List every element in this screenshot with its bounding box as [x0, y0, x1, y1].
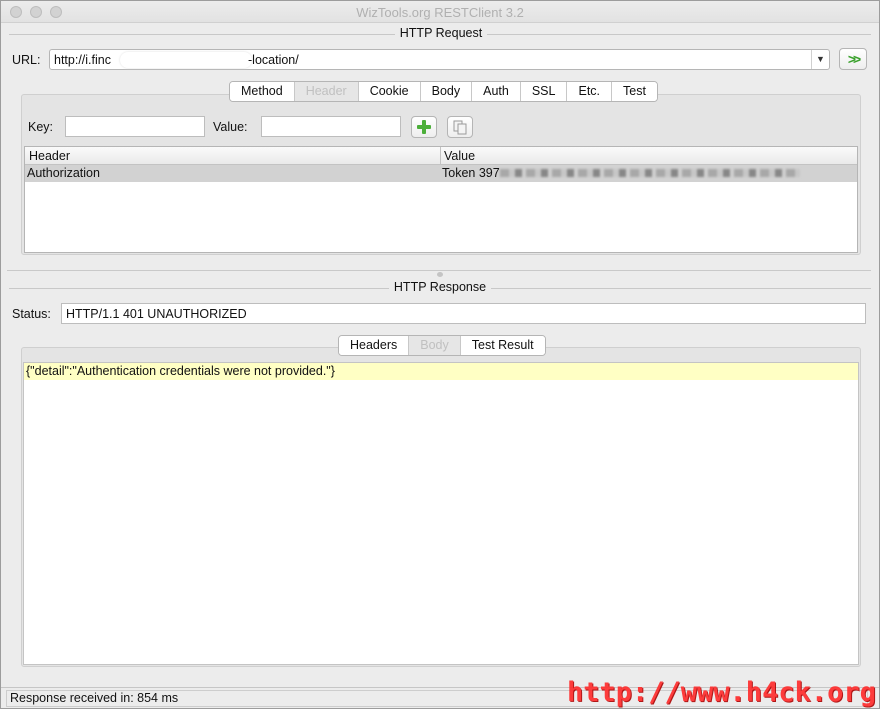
request-tabs: Method Header Cookie Body Auth SSL Etc. … — [229, 81, 658, 102]
tab-ssl[interactable]: SSL — [520, 82, 568, 101]
row-header-cell: Authorization — [27, 166, 100, 180]
headers-table: Header Value Authorization Token 397 — [24, 146, 858, 253]
request-group-line-left — [9, 34, 397, 35]
copy-header-button[interactable] — [447, 116, 473, 138]
tab-auth[interactable]: Auth — [472, 82, 521, 101]
table-row[interactable]: Authorization Token 397 — [25, 165, 857, 182]
tab-response-body[interactable]: Body — [409, 336, 461, 355]
watermark-text: http://www.h4ck.org.cn — [567, 677, 879, 708]
split-divider — [7, 270, 871, 271]
headers-table-head: Header Value — [25, 147, 857, 165]
url-combobox[interactable]: http://i.finc -location/ ▼ — [49, 49, 830, 70]
splitter-handle[interactable] — [437, 272, 443, 277]
response-group-line-right — [489, 288, 871, 289]
copy-icon — [453, 120, 467, 135]
response-body-text: {"detail":"Authentication credentials we… — [26, 364, 335, 378]
tab-cookie[interactable]: Cookie — [358, 82, 421, 101]
response-group-line-left — [9, 288, 391, 289]
value-label: Value: — [213, 120, 248, 134]
send-request-button[interactable]: >> — [839, 48, 867, 70]
add-header-button[interactable] — [411, 116, 437, 138]
request-group-line-right — [485, 34, 871, 35]
tab-test-result[interactable]: Test Result — [460, 336, 545, 355]
tab-method[interactable]: Method — [230, 82, 295, 101]
plus-icon — [417, 120, 431, 134]
double-chevron-right-icon: >> — [847, 51, 861, 67]
column-header-header[interactable]: Header — [29, 149, 70, 163]
tab-etc[interactable]: Etc. — [567, 82, 613, 101]
response-body-textarea[interactable]: {"detail":"Authentication credentials we… — [23, 362, 859, 665]
column-header-value[interactable]: Value — [444, 149, 475, 163]
value-redaction — [500, 169, 800, 177]
key-label: Key: — [28, 120, 54, 134]
status-label: Status: — [12, 307, 51, 321]
window-title: WizTools.org RESTClient 3.2 — [356, 5, 524, 20]
status-field[interactable]: HTTP/1.1 401 UNAUTHORIZED — [61, 303, 866, 324]
restclient-window: WizTools.org RESTClient 3.2 HTTP Request… — [0, 0, 880, 709]
url-redaction — [120, 52, 252, 68]
tab-test[interactable]: Test — [612, 82, 657, 101]
response-group-title: HTTP Response — [389, 280, 491, 294]
tab-header[interactable]: Header — [294, 82, 359, 101]
chevron-down-icon[interactable]: ▼ — [811, 50, 829, 69]
response-tabs: Headers Body Test Result — [338, 335, 546, 356]
url-suffix-text: -location/ — [248, 53, 299, 67]
row-value-cell: Token 397 — [442, 166, 500, 180]
title-bar: WizTools.org RESTClient 3.2 — [1, 1, 879, 23]
response-time-text: Response received in: 854 ms — [10, 691, 179, 705]
tab-body[interactable]: Body — [420, 82, 473, 101]
url-label: URL: — [12, 53, 41, 67]
value-input[interactable] — [261, 116, 401, 137]
tab-response-headers[interactable]: Headers — [339, 336, 410, 355]
column-divider[interactable] — [440, 147, 441, 165]
url-prefix-text: http://i.finc — [54, 53, 111, 67]
request-group-title: HTTP Request — [395, 26, 487, 40]
key-input[interactable] — [65, 116, 205, 137]
